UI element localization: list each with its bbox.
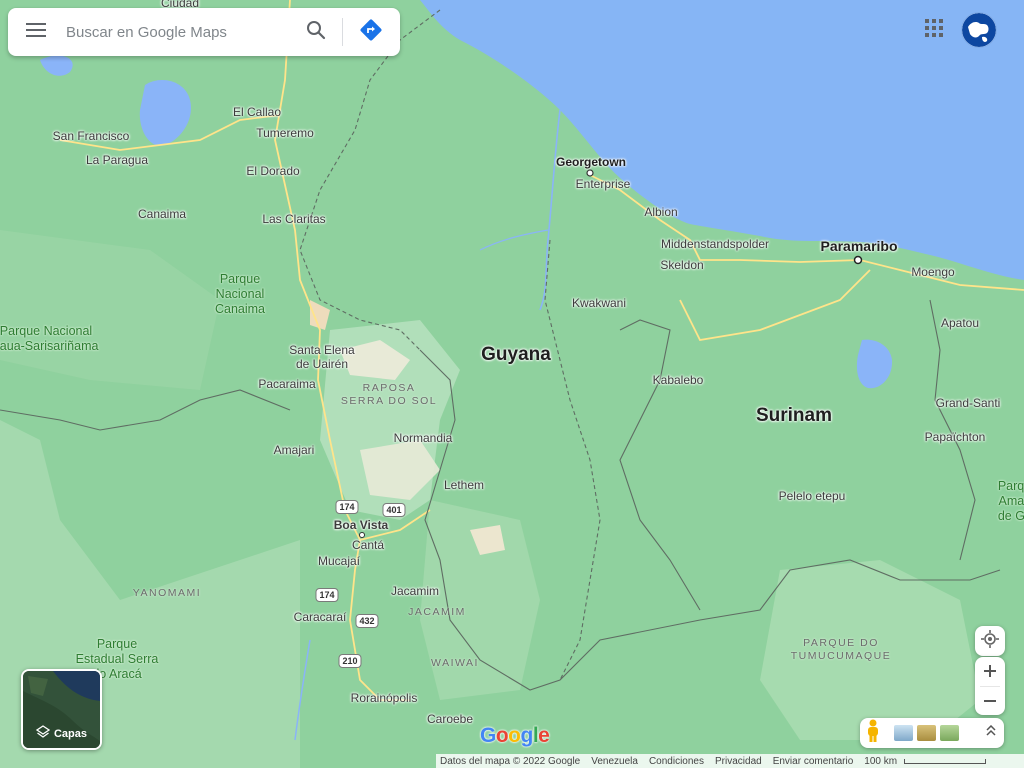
town-label: Pacaraima bbox=[258, 377, 316, 391]
zoom-in-button[interactable] bbox=[975, 657, 1005, 686]
region-label: PARQUE DO TUMUCUMAQUE bbox=[790, 637, 892, 662]
menu-icon bbox=[26, 22, 46, 42]
town-label: Papaïchton bbox=[924, 430, 986, 444]
town-label: Canaima bbox=[137, 207, 187, 221]
my-location-icon bbox=[981, 629, 999, 653]
minus-icon bbox=[984, 690, 996, 713]
town-label: Middenstandspolder bbox=[660, 237, 770, 251]
divider bbox=[342, 18, 343, 46]
town-label: Albion bbox=[644, 205, 678, 219]
privacy-link[interactable]: Privacidad bbox=[715, 756, 762, 767]
country-link[interactable]: Venezuela bbox=[591, 756, 638, 767]
town-label: Caroebe bbox=[426, 712, 474, 726]
road-shield: 401 bbox=[382, 503, 406, 517]
my-location-button[interactable] bbox=[975, 626, 1005, 656]
town-label: Pelelo etepu bbox=[778, 489, 846, 503]
city-label: Paramaribo bbox=[820, 238, 898, 254]
google-logo: Google bbox=[480, 724, 550, 747]
terrain-thumbnail[interactable] bbox=[894, 725, 913, 741]
town-label: Enterprise bbox=[575, 177, 631, 191]
layers-icon bbox=[35, 725, 51, 742]
town-label: Mucajaí bbox=[317, 554, 361, 568]
country-label: Guyana bbox=[481, 344, 551, 365]
road-shield: 174 bbox=[335, 500, 359, 514]
city-label: Georgetown bbox=[555, 155, 627, 169]
scale-bar bbox=[904, 758, 987, 764]
search-input[interactable] bbox=[64, 22, 294, 42]
road-shield: 174 bbox=[315, 588, 339, 602]
town-label: Jacamim bbox=[390, 584, 440, 598]
town-label: Kabalebo bbox=[652, 373, 704, 387]
town-label: Lethem bbox=[443, 478, 485, 492]
apps-grid-icon bbox=[925, 18, 943, 42]
google-apps-button[interactable] bbox=[920, 16, 948, 44]
town-label: Normandia bbox=[393, 431, 453, 445]
park-label: Parque Nacional Jaua-Sarisariñama bbox=[0, 324, 99, 353]
search-button[interactable] bbox=[294, 8, 338, 56]
town-label: El Callao bbox=[232, 105, 282, 119]
country-label: Surinam bbox=[755, 405, 833, 426]
plus-icon bbox=[984, 660, 996, 683]
town-label: San Francisco bbox=[52, 129, 130, 143]
search-box bbox=[8, 8, 400, 56]
town-label: Santa Elena bbox=[289, 343, 355, 357]
terms-link[interactable]: Condiciones bbox=[649, 756, 704, 767]
town-label: Amajari bbox=[273, 443, 315, 457]
town-label: de Uairén bbox=[295, 357, 349, 371]
scale-label[interactable]: 100 km bbox=[864, 756, 897, 767]
park-label: Parque Amazo de Guy bbox=[997, 479, 1024, 523]
layers-label: Capas bbox=[23, 725, 100, 742]
town-label: Skeldon bbox=[660, 258, 704, 272]
park-label: Parque Nacional Canaima bbox=[214, 272, 266, 316]
town-label: Kwakwani bbox=[571, 296, 627, 310]
town-label: Rorainópolis bbox=[350, 691, 418, 705]
layers-button[interactable]: Capas bbox=[21, 669, 102, 750]
town-label: Tumeremo bbox=[256, 126, 314, 140]
chevron-up-icon[interactable] bbox=[986, 724, 996, 742]
town-label: Caracaraí bbox=[293, 610, 347, 624]
zoom-control bbox=[975, 657, 1005, 715]
town-label: Grand-Santi bbox=[935, 396, 1001, 410]
town-label: La Paragua bbox=[85, 153, 149, 167]
transit-thumbnail[interactable] bbox=[940, 725, 959, 741]
directions-icon bbox=[359, 18, 383, 47]
region-label: YANOMAMI bbox=[132, 587, 202, 599]
town-label: Moengo bbox=[911, 265, 955, 279]
town-label: Las Claritas bbox=[262, 212, 326, 226]
region-label: WAIWAI bbox=[431, 657, 479, 669]
account-avatar[interactable] bbox=[962, 13, 996, 47]
region-label: JACAMIM bbox=[408, 606, 466, 618]
town-label: Boa Vista bbox=[333, 518, 389, 532]
menu-button[interactable] bbox=[8, 8, 64, 56]
town-label: Cantá bbox=[351, 538, 385, 552]
search-icon bbox=[306, 20, 326, 45]
directions-button[interactable] bbox=[349, 8, 393, 56]
traffic-thumbnail[interactable] bbox=[917, 725, 936, 741]
feedback-link[interactable]: Enviar comentario bbox=[773, 756, 854, 767]
layers-text: Capas bbox=[53, 727, 88, 740]
road-shield: 210 bbox=[338, 654, 362, 668]
map-options-strip bbox=[860, 718, 1004, 748]
zoom-out-button[interactable] bbox=[975, 687, 1005, 716]
town-label: El Dorado bbox=[246, 164, 300, 178]
pegman-icon[interactable] bbox=[866, 719, 880, 748]
road-shield: 432 bbox=[355, 614, 379, 628]
footer-bar: Datos del mapa © 2022 Google Venezuela C… bbox=[436, 754, 1024, 768]
map-data-attribution: Datos del mapa © 2022 Google bbox=[440, 755, 581, 767]
town-label: Apatou bbox=[940, 316, 980, 330]
region-label: RAPOSA SERRA DO SOL bbox=[340, 382, 438, 407]
